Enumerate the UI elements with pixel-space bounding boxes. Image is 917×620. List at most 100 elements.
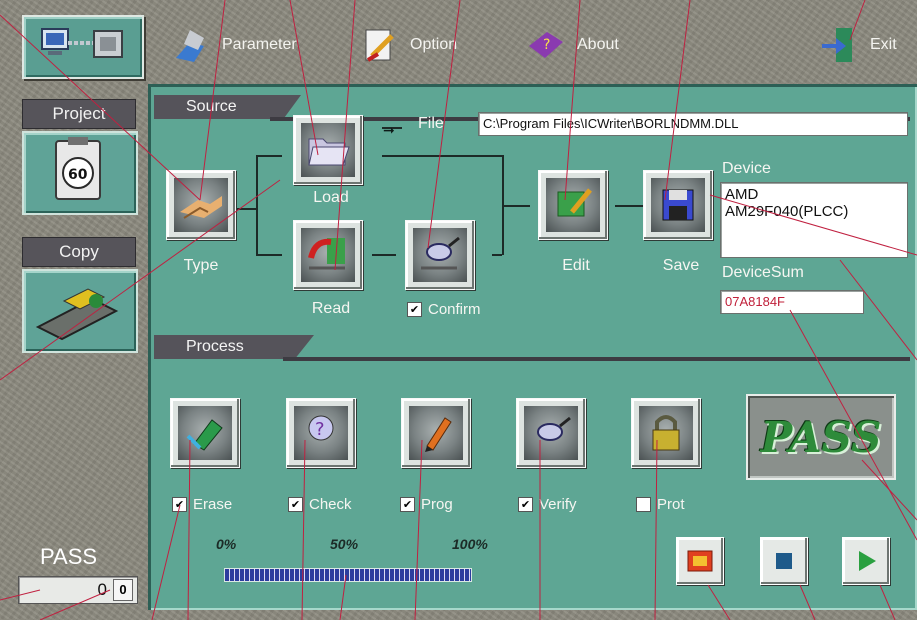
verify-label: Verify — [539, 496, 577, 513]
about-menu[interactable]: ? About — [525, 20, 619, 70]
devicesum-label: DeviceSum — [722, 264, 804, 281]
option-label: Option — [410, 36, 458, 53]
exit-menu[interactable]: Exit — [818, 20, 897, 70]
prot-checkbox-row[interactable]: Prot — [636, 496, 685, 513]
svg-text:?: ? — [543, 37, 550, 53]
about-label: About — [577, 36, 619, 53]
erase-button[interactable] — [170, 398, 240, 468]
status-label: PASS — [40, 544, 98, 569]
device-field[interactable]: AMD AM29F040(PLCC) — [720, 182, 908, 258]
flow-line — [256, 155, 282, 157]
check-question-icon: ? — [308, 415, 334, 441]
type-label: Type — [183, 257, 219, 274]
start-button[interactable] — [842, 537, 890, 585]
check-button[interactable]: ? — [286, 398, 356, 468]
play-icon — [859, 551, 876, 571]
edit-icon — [557, 188, 592, 217]
handshake-icon — [180, 196, 222, 219]
save-label: Save — [662, 257, 700, 274]
devicesum-field[interactable]: 07A8184F — [720, 290, 864, 314]
reset-icon — [687, 550, 713, 572]
floppy-disk-icon — [662, 189, 694, 221]
type-button[interactable] — [166, 170, 236, 240]
erase-checkbox-row[interactable]: ✔ Erase — [172, 496, 232, 513]
load-button[interactable] — [293, 115, 363, 185]
prog-checkbox[interactable]: ✔ — [400, 497, 415, 512]
read-button[interactable] — [293, 220, 363, 290]
erase-checkbox[interactable]: ✔ — [172, 497, 187, 512]
flow-line — [235, 208, 257, 210]
parameter-menu[interactable]: Parameter — [170, 20, 297, 70]
prog-checkbox-row[interactable]: ✔ Prog — [400, 496, 453, 513]
project-button[interactable]: 60 — [22, 131, 138, 215]
device-model: AM29F040(PLCC) — [725, 203, 849, 220]
progress-bar — [224, 568, 472, 582]
read-chip-icon — [308, 238, 345, 270]
parameter-label: Parameter — [222, 36, 297, 53]
copy-button[interactable] — [22, 269, 138, 353]
confirm-button[interactable] — [405, 220, 475, 290]
prot-button[interactable] — [631, 398, 701, 468]
device-vendor: AMD — [725, 186, 759, 203]
magnifier-icon — [537, 416, 571, 441]
edit-label: Edit — [562, 257, 590, 274]
parameter-icon — [176, 30, 204, 62]
svg-text:?: ? — [315, 419, 325, 440]
padlock-icon — [652, 415, 680, 451]
option-icon — [365, 29, 394, 62]
project-clipboard-icon: 60 — [55, 137, 101, 200]
connection-icon-button[interactable] — [22, 15, 144, 79]
flow-line — [256, 155, 258, 255]
prog-button[interactable] — [401, 398, 471, 468]
process-title: Process — [154, 335, 314, 359]
check-checkbox[interactable]: ✔ — [288, 497, 303, 512]
exit-label: Exit — [870, 36, 897, 53]
stop-button[interactable] — [760, 537, 808, 585]
progress-fill — [225, 569, 471, 581]
verify-checkbox-row[interactable]: ✔ Verify — [518, 496, 577, 513]
confirm-label: Confirm — [428, 301, 481, 318]
project-tab[interactable]: Project — [22, 99, 136, 129]
file-label: File — [418, 115, 444, 132]
flow-line — [492, 254, 502, 256]
load-label: Load — [313, 189, 349, 206]
prot-label: Prot — [657, 496, 685, 513]
eraser-icon — [186, 419, 223, 451]
magnifier-chip-icon — [421, 236, 460, 270]
exit-icon — [822, 28, 852, 62]
progress-50-label: 50% — [330, 536, 359, 552]
file-path-field[interactable]: C:\Program Files\ICWriter\BORLNDMM.DLL — [478, 112, 908, 136]
folder-icon — [308, 138, 350, 166]
edit-button[interactable] — [538, 170, 608, 240]
flow-line — [382, 155, 502, 157]
verify-checkbox[interactable]: ✔ — [518, 497, 533, 512]
verify-button[interactable] — [516, 398, 586, 468]
check-label: Check — [309, 496, 352, 513]
read-label: Read — [311, 300, 351, 317]
erase-label: Erase — [193, 496, 233, 513]
progress-100-label: 100% — [452, 536, 488, 552]
about-icon: ? — [529, 32, 563, 58]
confirm-checkbox-row[interactable]: ✔ Confirm — [407, 301, 481, 318]
option-menu[interactable]: Option — [358, 20, 457, 70]
flow-line — [256, 254, 282, 256]
reset-button[interactable] — [676, 537, 724, 585]
counter-small-value: 0 — [113, 579, 133, 601]
prot-checkbox[interactable] — [636, 497, 651, 512]
counter-value: 0 — [97, 580, 107, 599]
copy-tab[interactable]: Copy — [22, 237, 136, 267]
flow-line — [372, 254, 396, 256]
process-divider — [283, 357, 910, 361]
save-button[interactable] — [643, 170, 713, 240]
result-text: PASS — [760, 412, 882, 462]
connection-icon — [41, 28, 123, 58]
flow-line — [615, 205, 643, 207]
device-label: Device — [722, 160, 771, 177]
result-display: PASS — [746, 394, 896, 480]
source-title: Source — [154, 95, 301, 119]
prog-label: Prog — [421, 496, 453, 513]
confirm-checkbox[interactable]: ✔ — [407, 302, 422, 317]
pencil-icon — [425, 417, 452, 452]
check-checkbox-row[interactable]: ✔ Check — [288, 496, 352, 513]
copy-chip-icon — [35, 288, 119, 341]
